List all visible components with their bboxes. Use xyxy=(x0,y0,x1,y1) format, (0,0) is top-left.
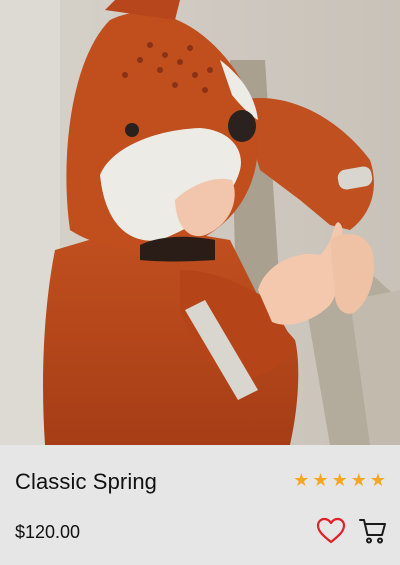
star-icon: ★ xyxy=(369,470,386,490)
product-info-panel: Classic Spring ★ ★ ★ ★ ★ $120.00 xyxy=(0,445,400,565)
add-to-cart-button[interactable] xyxy=(358,516,388,546)
product-price: $120.00 xyxy=(15,522,81,542)
star-icon: ★ xyxy=(331,470,348,490)
product-image[interactable] xyxy=(0,0,400,445)
favorite-button[interactable] xyxy=(316,516,346,546)
product-card[interactable]: Classic Spring ★ ★ ★ ★ ★ $120.00 xyxy=(0,0,400,565)
product-photo-illustration xyxy=(0,0,400,445)
star-icon: ★ xyxy=(293,470,310,490)
heart-outline-icon xyxy=(316,517,346,544)
shopping-cart-icon xyxy=(359,519,386,544)
rating-stars: ★ ★ ★ ★ ★ xyxy=(293,471,386,489)
product-title[interactable]: Classic Spring xyxy=(15,469,157,495)
product-actions xyxy=(316,516,388,546)
star-icon: ★ xyxy=(350,470,367,490)
star-icon: ★ xyxy=(312,470,329,490)
